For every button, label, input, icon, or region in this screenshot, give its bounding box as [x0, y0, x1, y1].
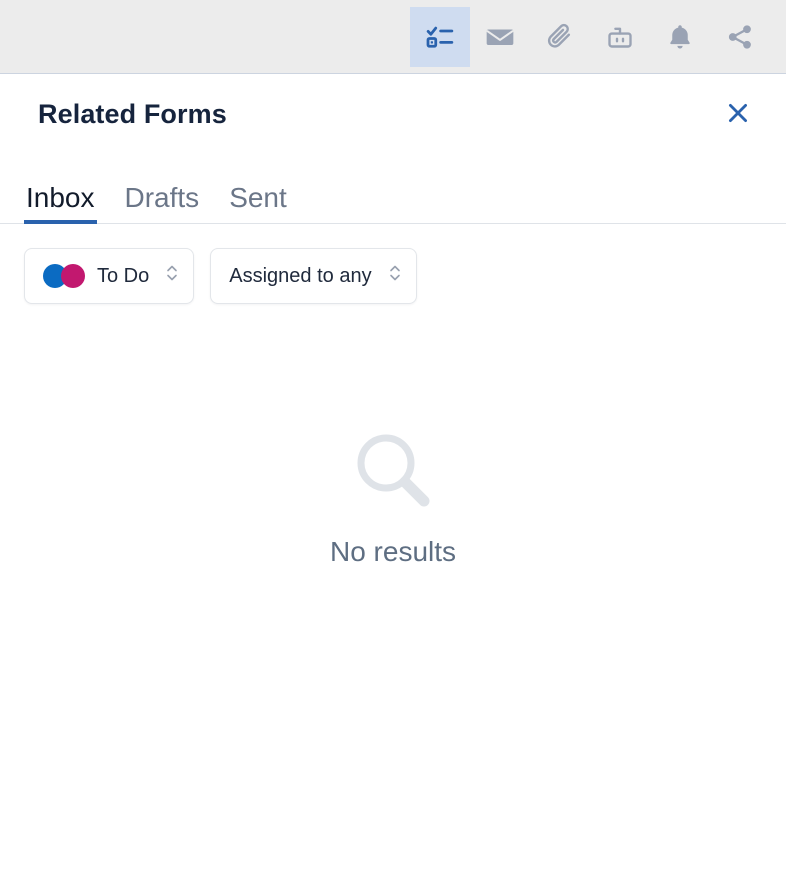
status-filter-label: To Do — [97, 264, 150, 287]
toolbar-button-tasks[interactable] — [410, 6, 470, 67]
status-filter[interactable]: To Do — [24, 248, 195, 305]
toolbar-button-notifications[interactable] — [650, 7, 710, 67]
chevron-updown-icon — [165, 262, 179, 290]
tab-bar: Inbox Drafts Sent — [0, 182, 786, 225]
page-title: Related Forms — [38, 98, 227, 129]
toolbar-button-mail[interactable] — [470, 7, 530, 67]
assignee-filter-label: Assigned to any — [229, 264, 372, 287]
magnifier-icon — [350, 427, 436, 518]
toolbar-button-attachments[interactable] — [530, 7, 590, 67]
tab-inbox[interactable]: Inbox — [24, 183, 97, 225]
tasks-icon — [425, 22, 455, 52]
bell-icon — [665, 22, 695, 52]
filter-bar: To Do Assigned to any — [0, 224, 786, 305]
toolbar-button-bot[interactable] — [590, 7, 650, 67]
paperclip-icon — [545, 22, 575, 52]
close-button[interactable] — [718, 94, 758, 134]
tab-sent[interactable]: Sent — [227, 183, 289, 224]
related-forms-panel: Related Forms Inbox Drafts Sent To Do As… — [0, 0, 786, 871]
top-toolbar — [0, 0, 786, 74]
mail-icon — [484, 21, 516, 53]
empty-state: No results — [0, 304, 786, 871]
assignee-filter[interactable]: Assigned to any — [210, 248, 417, 305]
toolbar-button-share[interactable] — [710, 7, 770, 67]
chevron-updown-icon — [388, 262, 402, 290]
share-icon — [725, 22, 755, 52]
robot-icon — [605, 22, 635, 52]
tab-drafts[interactable]: Drafts — [123, 183, 202, 224]
status-color-swatch-icon — [43, 264, 85, 289]
empty-state-message: No results — [329, 536, 457, 568]
close-icon — [725, 100, 751, 129]
panel-header: Related Forms — [0, 74, 786, 154]
